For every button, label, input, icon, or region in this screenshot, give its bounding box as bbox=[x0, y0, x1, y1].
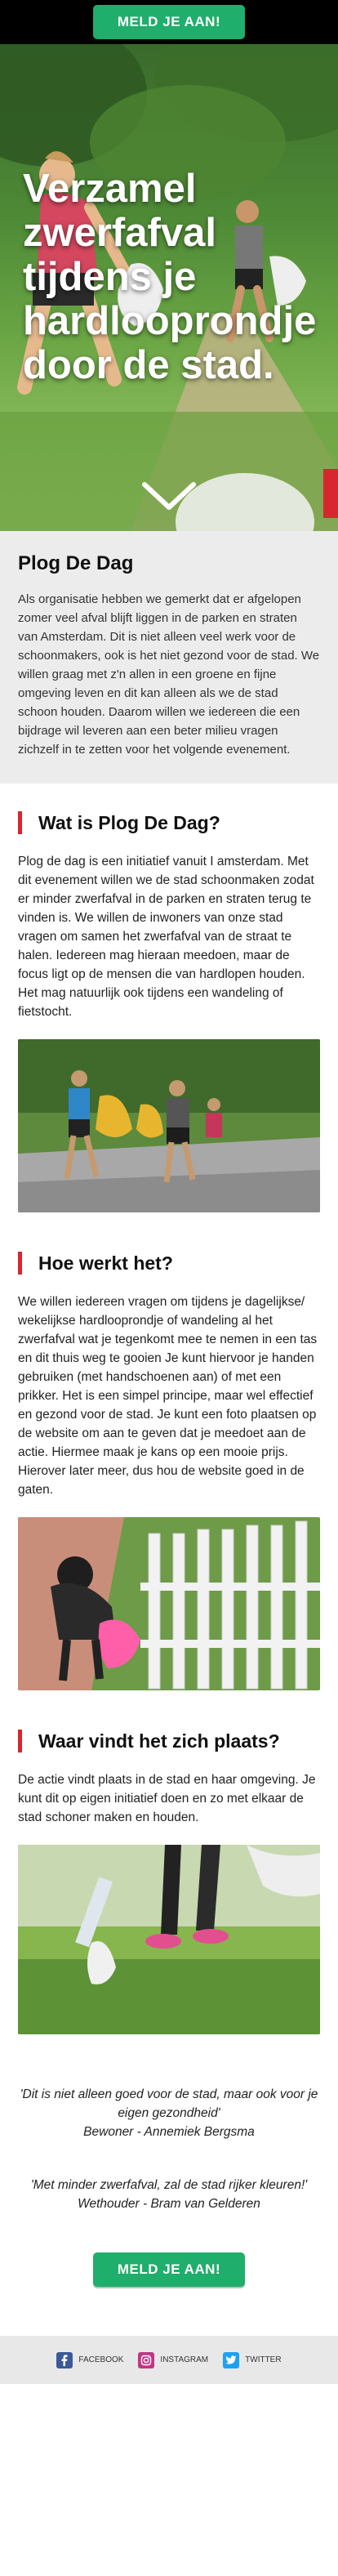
accent-bar bbox=[18, 1730, 22, 1752]
i-amsterdam-tag bbox=[323, 469, 338, 518]
section-text: We willen iedereen vragen om tijdens je … bbox=[18, 1295, 318, 1497]
footer-link-label: TWITTER bbox=[245, 2355, 282, 2364]
plogger-photo bbox=[18, 1517, 320, 1690]
hero-title: Verzamel zwerfafval tijdens je hardloopr… bbox=[23, 167, 317, 387]
section-title: Wat is Plog De Dag? bbox=[38, 811, 220, 833]
section-where: Waar vindt het zich plaats? De actie vin… bbox=[0, 1690, 338, 2034]
footer-link-twitter[interactable]: TWITTER bbox=[223, 2351, 282, 2368]
section-text: Plog de dag is een initiatief vanuit I a… bbox=[18, 855, 314, 1019]
facebook-icon bbox=[56, 2351, 73, 2368]
quote-author: Wethouder - Bram van Gelderen bbox=[78, 2197, 260, 2211]
footer-link-label: INSTAGRAM bbox=[160, 2355, 209, 2364]
accent-bar bbox=[18, 811, 22, 834]
footer-link-label: FACEBOOK bbox=[78, 2355, 124, 2364]
footer-link-instagram[interactable]: INSTAGRAM bbox=[138, 2351, 209, 2368]
signup-button[interactable]: MELD JE AAN! bbox=[92, 5, 246, 39]
section-text: De actie vindt plaats in de stad en haar… bbox=[18, 1773, 316, 1824]
signup-button[interactable]: MELD JE AAN! bbox=[92, 2252, 246, 2287]
instagram-icon bbox=[138, 2351, 155, 2368]
quote: 'Met minder zwerfafval, zal de stad rijk… bbox=[18, 2176, 320, 2213]
quote-text: 'Dit is niet alleen goed voor de stad, m… bbox=[20, 2087, 318, 2120]
quote-text: 'Met minder zwerfafval, zal de stad rijk… bbox=[30, 2178, 308, 2192]
section-title: Hoe werkt het? bbox=[38, 1252, 173, 1274]
section-what: Wat is Plog De Dag? Plog de dag is een i… bbox=[0, 784, 338, 1212]
section-heading: Wat is Plog De Dag? bbox=[18, 811, 320, 834]
runners-photo bbox=[18, 1039, 320, 1212]
footer: FACEBOOK INSTAGRAM TWITTER bbox=[0, 2336, 338, 2384]
hero-banner: Verzamel zwerfafval tijdens je hardloopr… bbox=[0, 44, 338, 531]
intro-text: Als organisatie hebben we gemerkt dat er… bbox=[18, 592, 320, 757]
chevron-down-icon[interactable] bbox=[140, 480, 198, 513]
section-heading: Hoe werkt het? bbox=[18, 1252, 320, 1275]
intro-section: Plog De Dag Als organisatie hebben we ge… bbox=[0, 531, 338, 784]
twitter-icon bbox=[223, 2351, 240, 2368]
intro-title: Plog De Dag bbox=[18, 552, 134, 574]
section-how: Hoe werkt het? We willen iedereen vragen… bbox=[0, 1212, 338, 1690]
top-bar: MELD JE AAN! bbox=[0, 0, 338, 44]
section-title: Waar vindt het zich plaats? bbox=[38, 1730, 280, 1752]
grass-photo bbox=[18, 1845, 320, 2034]
section-heading: Waar vindt het zich plaats? bbox=[18, 1730, 320, 1752]
bottom-cta: MELD JE AAN! bbox=[0, 2213, 338, 2336]
quotes-section: 'Dit is niet alleen goed voor de stad, m… bbox=[0, 2034, 338, 2213]
quote-author: Bewoner - Annemiek Bergsma bbox=[83, 2125, 255, 2139]
accent-bar bbox=[18, 1252, 22, 1275]
quote: 'Dit is niet alleen goed voor de stad, m… bbox=[18, 2085, 320, 2141]
footer-link-facebook[interactable]: FACEBOOK bbox=[56, 2351, 124, 2368]
